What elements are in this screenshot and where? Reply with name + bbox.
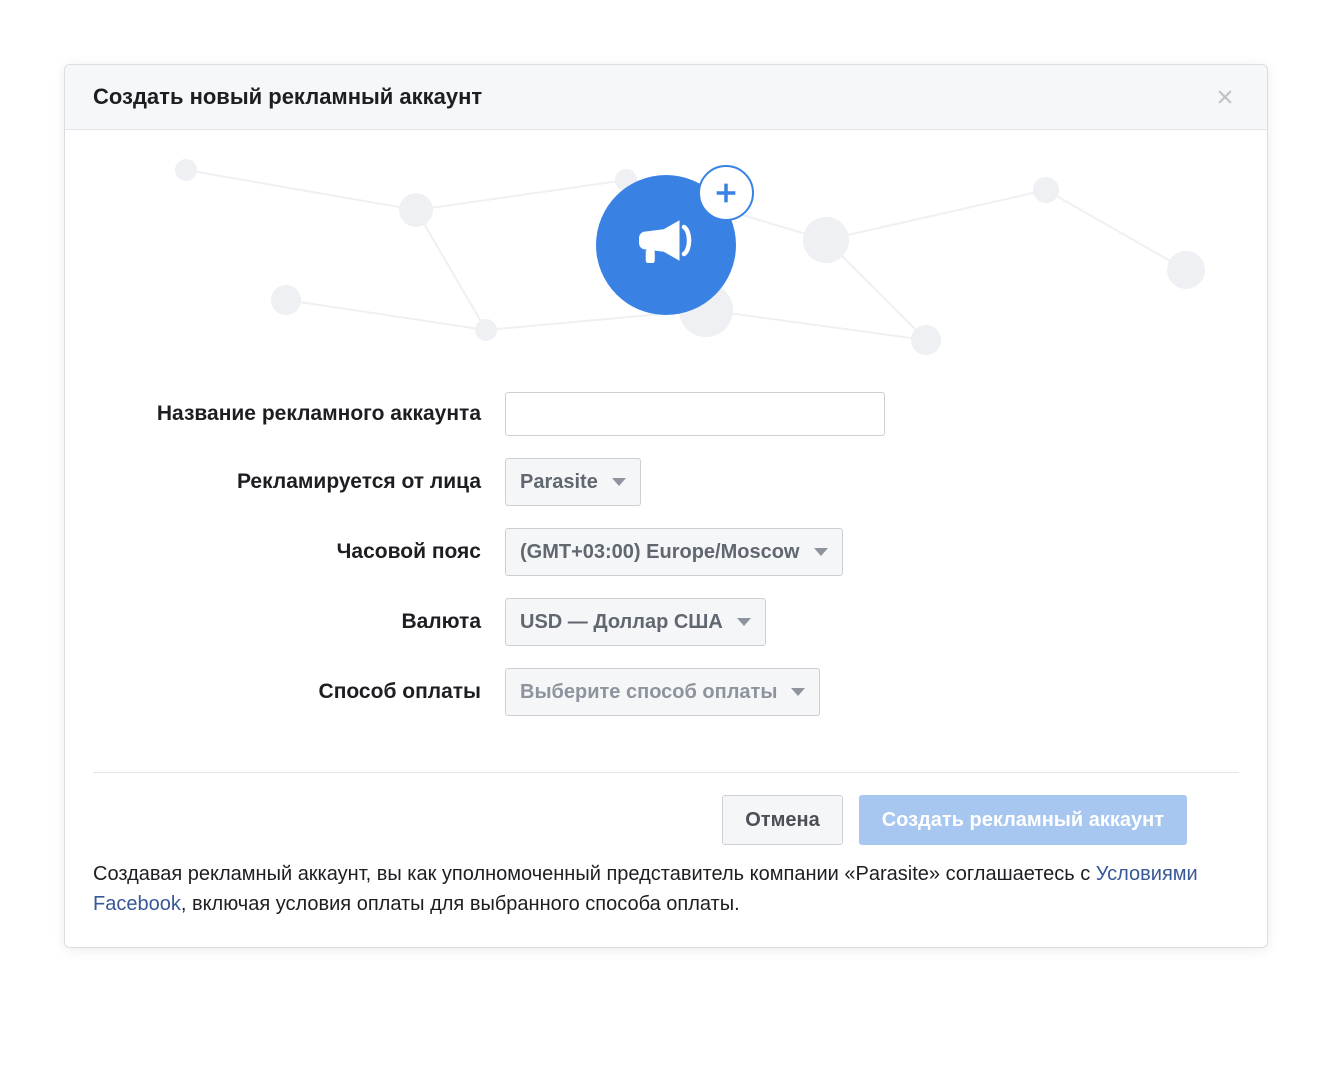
caret-down-icon — [737, 618, 751, 626]
close-icon — [1216, 88, 1234, 106]
caret-down-icon — [814, 548, 828, 556]
on-behalf-dropdown[interactable]: Parasite — [505, 458, 641, 506]
disclaimer: Создавая рекламный аккаунт, вы как уполн… — [65, 855, 1267, 947]
form: Название рекламного аккаунта Рекламирует… — [65, 360, 1267, 762]
on-behalf-value: Parasite — [520, 471, 598, 494]
row-currency: Валюта USD — Доллар США — [145, 598, 1187, 646]
disclaimer-pre: Создавая рекламный аккаунт, вы как уполн… — [93, 863, 1096, 885]
timezone-value: (GMT+03:00) Europe/Moscow — [520, 541, 800, 564]
modal-title: Создать новый рекламный аккаунт — [93, 84, 482, 110]
label-timezone: Часовой пояс — [145, 540, 505, 564]
plus-badge — [698, 165, 754, 221]
row-timezone: Часовой пояс (GMT+03:00) Europe/Moscow — [145, 528, 1187, 576]
payment-dropdown[interactable]: Выберите способ оплаты — [505, 668, 820, 716]
currency-value: USD — Доллар США — [520, 611, 723, 634]
modal-header: Создать новый рекламный аккаунт — [65, 65, 1267, 130]
caret-down-icon — [612, 478, 626, 486]
disclaimer-post: , включая условия оплаты для выбранного … — [181, 893, 740, 915]
close-button[interactable] — [1211, 83, 1239, 111]
create-account-button-label: Создать рекламный аккаунт — [882, 809, 1164, 832]
row-payment: Способ оплаты Выберите способ оплаты — [145, 668, 1187, 716]
currency-dropdown[interactable]: USD — Доллар США — [505, 598, 766, 646]
cancel-button[interactable]: Отмена — [722, 795, 842, 845]
ad-account-icon — [596, 175, 736, 315]
timezone-dropdown[interactable]: (GMT+03:00) Europe/Moscow — [505, 528, 843, 576]
cancel-button-label: Отмена — [745, 809, 819, 832]
row-on-behalf: Рекламируется от лица Parasite — [145, 458, 1187, 506]
caret-down-icon — [791, 688, 805, 696]
hero-illustration — [65, 130, 1267, 360]
create-ad-account-modal: Создать новый рекламный аккаунт — [64, 64, 1268, 948]
row-account-name: Название рекламного аккаунта — [145, 392, 1187, 436]
account-name-input[interactable] — [505, 392, 885, 436]
megaphone-icon — [630, 209, 702, 281]
plus-icon — [712, 179, 740, 207]
payment-placeholder: Выберите способ оплаты — [520, 681, 777, 704]
label-on-behalf: Рекламируется от лица — [145, 470, 505, 494]
create-account-button[interactable]: Создать рекламный аккаунт — [859, 795, 1187, 845]
label-account-name: Название рекламного аккаунта — [145, 402, 505, 426]
label-currency: Валюта — [145, 610, 505, 634]
label-payment: Способ оплаты — [145, 680, 505, 704]
footer-actions: Отмена Создать рекламный аккаунт — [65, 773, 1267, 855]
